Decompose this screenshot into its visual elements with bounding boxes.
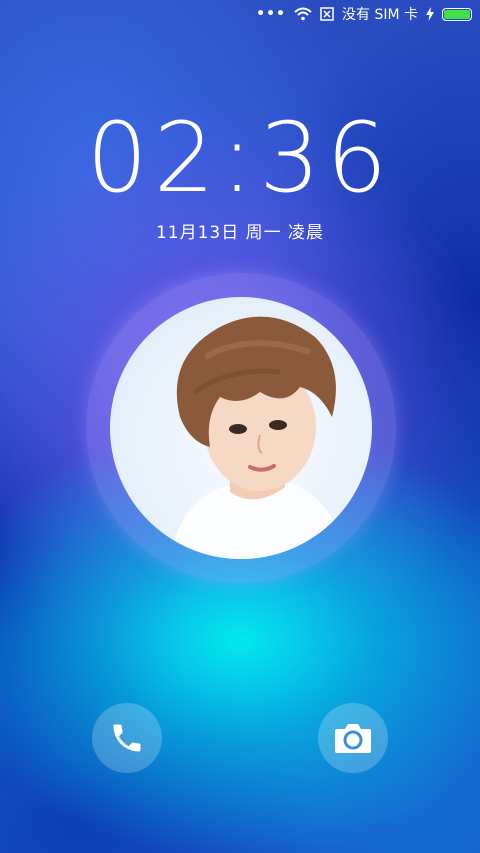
avatar (110, 297, 372, 559)
wifi-icon (294, 7, 312, 21)
battery-fill (444, 9, 470, 19)
phone-shortcut-button[interactable] (92, 703, 162, 773)
signal-dots: ••• (256, 6, 286, 22)
phone-icon (113, 724, 141, 752)
no-sim-icon (320, 7, 334, 21)
status-bar: ••• 没有 SIM 卡 (0, 0, 480, 28)
user-portrait-icon (170, 316, 345, 559)
avatar-ring[interactable] (86, 273, 396, 583)
lock-clock: 02:36 (86, 102, 394, 214)
lock-date: 11月13日 周一 凌晨 (155, 223, 325, 243)
sim-status-text: 没有 SIM 卡 (342, 7, 418, 23)
battery-icon (442, 7, 472, 21)
camera-shortcut-button[interactable] (318, 703, 388, 773)
lock-screen: ••• 没有 SIM 卡 02:36 11月13日 周一 凌晨 (0, 0, 480, 853)
camera-icon (335, 724, 371, 753)
charging-bolt-icon (426, 7, 434, 21)
